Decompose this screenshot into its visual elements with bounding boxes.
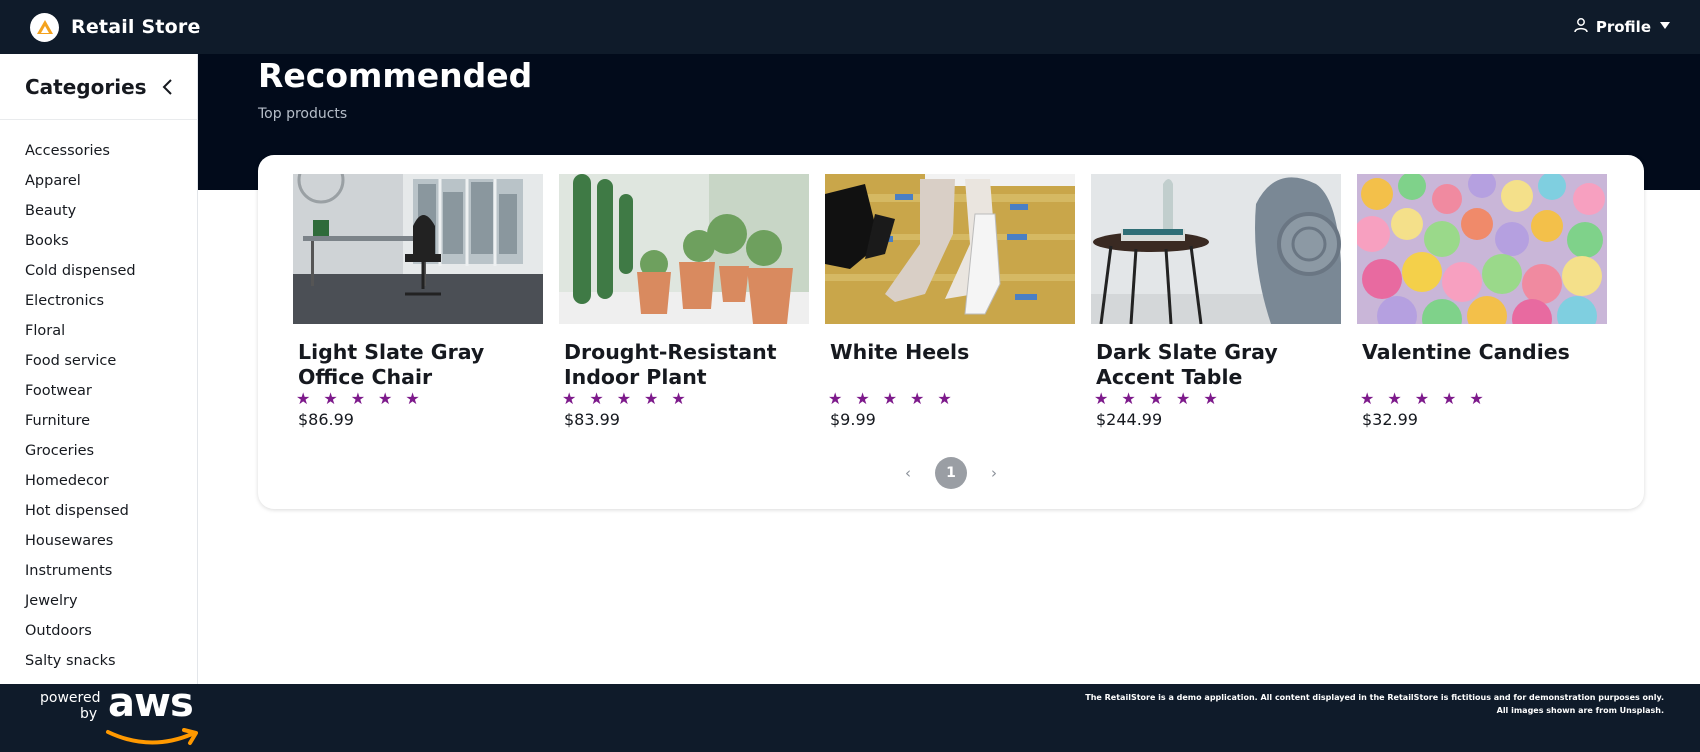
recommended-products-panel: Light Slate Gray Office Chair ★★★★★ $86.… <box>258 155 1644 509</box>
sidebar-item-apparel[interactable]: Apparel <box>0 166 197 196</box>
star-rating: ★★★★★ <box>562 389 699 408</box>
categories-sidebar: Categories Accessories Apparel Beauty Bo… <box>0 54 198 684</box>
sidebar-item-groceries[interactable]: Groceries <box>0 436 197 466</box>
star-rating: ★★★★★ <box>828 389 965 408</box>
product-list: Light Slate Gray Office Chair ★★★★★ $86.… <box>293 174 1607 429</box>
caret-down-icon <box>1658 18 1672 36</box>
sidebar-item-hot-dispensed[interactable]: Hot dispensed <box>0 496 197 526</box>
page-title: Recommended <box>258 56 533 95</box>
page-subtitle: Top products <box>258 106 348 122</box>
sidebar-item-outdoors[interactable]: Outdoors <box>0 616 197 646</box>
page-1-button[interactable]: 1 <box>935 457 967 489</box>
sidebar-item-salty-snacks[interactable]: Salty snacks <box>0 646 197 676</box>
product-card[interactable]: Drought-Resistant Indoor Plant ★★★★★ $83… <box>559 174 809 429</box>
chevron-left-icon <box>162 78 172 95</box>
product-name[interactable]: White Heels <box>830 340 1075 390</box>
sidebar-item-housewares[interactable]: Housewares <box>0 526 197 556</box>
user-icon <box>1573 17 1589 37</box>
star-rating: ★★★★★ <box>296 389 433 408</box>
aws-smile-icon <box>106 728 198 745</box>
product-image-accent-table[interactable] <box>1091 174 1341 324</box>
sidebar-item-footwear[interactable]: Footwear <box>0 376 197 406</box>
previous-page-button[interactable]: ‹ <box>905 464 911 482</box>
aws-logo: aws <box>108 680 194 726</box>
sidebar-item-cold-dispensed[interactable]: Cold dispensed <box>0 256 197 286</box>
sidebar-item-instruments[interactable]: Instruments <box>0 556 197 586</box>
sidebar-title: Categories <box>25 74 147 99</box>
product-image-valentine-candies[interactable] <box>1357 174 1607 324</box>
sidebar-item-jewelry[interactable]: Jewelry <box>0 586 197 616</box>
product-image-indoor-plant[interactable] <box>559 174 809 324</box>
product-name[interactable]: Light Slate Gray Office Chair <box>298 340 543 390</box>
brand[interactable]: Retail Store <box>30 12 201 42</box>
sidebar-item-beauty[interactable]: Beauty <box>0 196 197 226</box>
product-price: $32.99 <box>1362 410 1418 429</box>
disclaimer-text: The RetailStore is a demo application. A… <box>1085 693 1664 715</box>
profile-menu-button[interactable]: Profile <box>1573 17 1672 37</box>
app-title: Retail Store <box>71 16 201 38</box>
product-card[interactable]: Light Slate Gray Office Chair ★★★★★ $86.… <box>293 174 543 429</box>
collapse-sidebar-button[interactable] <box>161 78 175 95</box>
star-rating: ★★★★★ <box>1094 389 1231 408</box>
product-price: $244.99 <box>1096 410 1163 429</box>
product-price: $86.99 <box>298 410 354 429</box>
product-image-office-chair[interactable] <box>293 174 543 324</box>
sidebar-item-furniture[interactable]: Furniture <box>0 406 197 436</box>
sidebar-item-books[interactable]: Books <box>0 226 197 256</box>
product-name[interactable]: Drought-Resistant Indoor Plant <box>564 340 809 390</box>
product-card[interactable]: Valentine Candies ★★★★★ $32.99 <box>1357 174 1607 429</box>
category-list: Accessories Apparel Beauty Books Cold di… <box>0 120 197 676</box>
footer: powered by aws The RetailStore is a demo… <box>0 680 1700 752</box>
product-price: $83.99 <box>564 410 620 429</box>
powered-by-label: powered by <box>40 690 101 722</box>
top-navigation: Retail Store Profile <box>0 0 1700 54</box>
star-rating: ★★★★★ <box>1360 389 1497 408</box>
next-page-button[interactable]: › <box>991 464 997 482</box>
pagination: ‹ 1 › <box>258 457 1644 489</box>
store-logo-icon <box>30 12 59 42</box>
sidebar-item-homedecor[interactable]: Homedecor <box>0 466 197 496</box>
product-name[interactable]: Valentine Candies <box>1362 340 1607 390</box>
product-name[interactable]: Dark Slate Gray Accent Table <box>1096 340 1341 390</box>
sidebar-header: Categories <box>0 54 197 120</box>
profile-label: Profile <box>1595 18 1651 36</box>
product-card[interactable]: White Heels ★★★★★ $9.99 <box>825 174 1075 429</box>
sidebar-item-food-service[interactable]: Food service <box>0 346 197 376</box>
sidebar-item-floral[interactable]: Floral <box>0 316 197 346</box>
sidebar-item-electronics[interactable]: Electronics <box>0 286 197 316</box>
product-card[interactable]: Dark Slate Gray Accent Table ★★★★★ $244.… <box>1091 174 1341 429</box>
sidebar-item-accessories[interactable]: Accessories <box>0 136 197 166</box>
product-image-white-heels[interactable] <box>825 174 1075 324</box>
product-price: $9.99 <box>830 410 876 429</box>
